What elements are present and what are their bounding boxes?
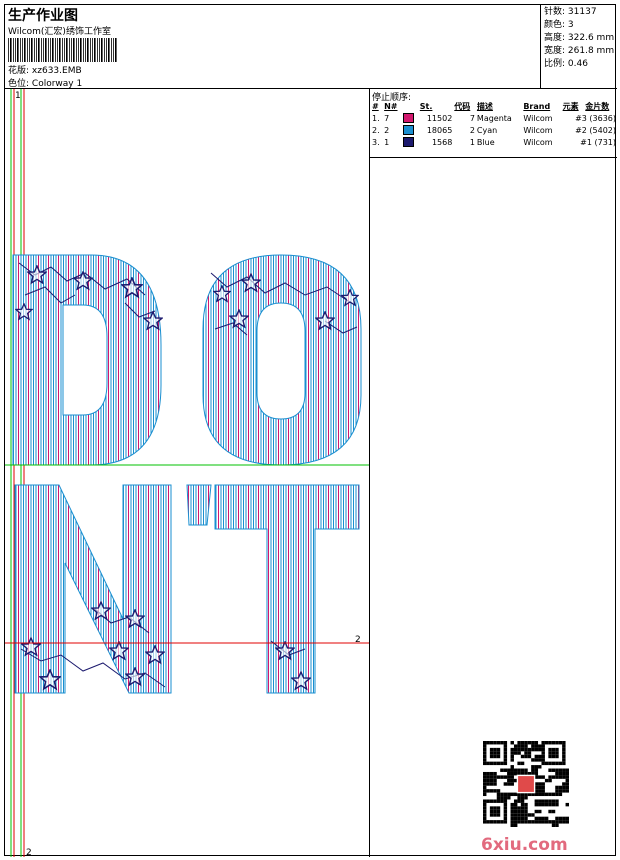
barcode — [8, 38, 117, 62]
apostrophe — [186, 484, 212, 526]
letter-n — [14, 484, 172, 694]
spec-colors: 颜色: 3 — [544, 20, 574, 30]
qr-code — [483, 741, 569, 827]
spec-height: 高度: 322.6 mm — [544, 33, 615, 43]
spec-panel: 针数: 31137 颜色: 3 高度: 322.6 mm 宽度: 261.8 m… — [541, 5, 617, 89]
colorway-value: Colorway 1 — [31, 79, 83, 89]
watermark-text: 6xiu.com — [481, 835, 568, 855]
embroidery-design: 1 2 2 — [5, 89, 369, 857]
guide-label-1: 1 — [15, 91, 21, 101]
sheet-title: 生产作业图 — [8, 8, 78, 24]
guide-label-3: 2 — [26, 848, 32, 857]
colorway-line: 色位: Colorway 1 — [8, 76, 82, 89]
table-row: 3. 1 1568 1 Blue Wilcom #1 (731) — [372, 137, 616, 147]
col-code: 代码 — [454, 102, 471, 111]
company-name: Wilcom(汇宏)绣饰工作室 — [8, 27, 111, 37]
col-stitches: St. — [419, 102, 433, 111]
col-needle: N# — [384, 102, 398, 111]
guide-label-2: 2 — [355, 635, 361, 645]
color-swatch — [403, 137, 415, 147]
pattern-line: 花版: xz633.EMB — [8, 63, 82, 76]
color-swatch — [403, 125, 415, 135]
col-brand: Brand — [523, 102, 551, 111]
spec-stitches: 针数: 31137 — [544, 7, 597, 17]
header-info: 生产作业图 Wilcom(汇宏)绣饰工作室 花版: xz633.EMB 色位: … — [5, 5, 541, 89]
spec-scale: 比例: 0.46 — [544, 59, 588, 69]
col-chart: 元素 — [562, 102, 579, 111]
panel-divider — [369, 89, 370, 857]
spec-width: 宽度: 261.8 mm — [544, 46, 615, 56]
stop-sequence-table: # N# St. 代码 描述 Brand 元素 金片数 1. 7 11502 7… — [371, 101, 617, 148]
color-swatch — [403, 113, 415, 123]
col-swatch — [402, 101, 418, 112]
table-bottom-rule — [369, 157, 617, 158]
col-desc: 描述 — [476, 102, 493, 111]
letter-t — [214, 484, 360, 694]
table-row: 2. 2 18065 2 Cyan Wilcom #2 (5402) — [372, 125, 616, 135]
table-row: 1. 7 11502 7 Magenta Wilcom #3 (3636) — [372, 113, 616, 123]
pattern-label: 花版: — [8, 66, 30, 76]
colorway-label: 色位: — [8, 79, 30, 89]
production-sheet: 生产作业图 Wilcom(汇宏)绣饰工作室 花版: xz633.EMB 色位: … — [4, 4, 617, 857]
col-index: # — [372, 102, 379, 111]
table-header-row: # N# St. 代码 描述 Brand 元素 金片数 — [371, 101, 617, 112]
pattern-value: xz633.EMB — [31, 66, 82, 76]
col-sequins: 金片数 — [585, 102, 610, 111]
